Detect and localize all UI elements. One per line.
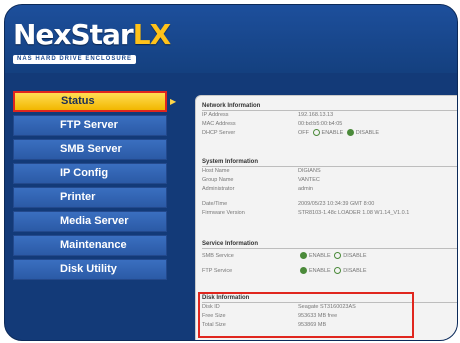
system-title: System Information — [202, 158, 457, 167]
nav-item-status[interactable]: Status — [13, 91, 167, 112]
ftp-disable-label: DISABLE — [343, 268, 367, 274]
disk-highlight-box — [198, 292, 414, 338]
network-section: Network Information IP Address 192.168.13… — [202, 102, 457, 138]
mac-value: 00:bd:b5:00:b4:05 — [298, 121, 343, 127]
admin-value: admin — [298, 186, 313, 192]
logo: NexStarLX — [13, 18, 171, 51]
ftp-service-options: ENABLE DISABLE — [298, 267, 366, 276]
firmware-value: STR8103-1.48c LOADER 1.08 W1.14_V1.0.1 — [298, 210, 410, 216]
nav-item-ftp-server[interactable]: FTP Server — [13, 115, 167, 136]
logo-accent: LX — [132, 18, 171, 51]
nav-item-printer[interactable]: Printer — [13, 187, 167, 208]
ip-label: IP Address — [202, 112, 229, 118]
app-frame: NexStarLX NAS HARD DRIVE ENCLOSURE Statu… — [4, 4, 458, 341]
header: NexStarLX NAS HARD DRIVE ENCLOSURE — [5, 5, 457, 73]
admin-row: Administrator admin — [202, 185, 457, 194]
smb-service-label: SMB Service — [202, 253, 234, 259]
nav-item-disk-utility[interactable]: Disk Utility — [13, 259, 167, 280]
dhcp-row: DHCP Server OFF ENABLE DISABLE — [202, 129, 457, 138]
smb-service-row: SMB Service ENABLE DISABLE — [202, 252, 457, 261]
dhcp-disable-label: DISABLE — [355, 130, 380, 136]
ip-row: IP Address 192.168.13.13 — [202, 111, 457, 120]
firmware-row: Firmware Version STR8103-1.48c LOADER 1.0… — [202, 209, 457, 218]
smb-enable-radio[interactable] — [300, 252, 307, 260]
smb-disable-radio[interactable] — [334, 252, 342, 260]
ip-value: 192.168.13.13 — [298, 112, 334, 118]
system-section: System Information Host Name DIGIANS Grou… — [202, 158, 457, 218]
active-arrow-icon: ▶ — [170, 97, 177, 106]
host-label: Host Name — [202, 168, 230, 174]
service-section: Service Information SMB Service ENABLE DI… — [202, 240, 457, 276]
date-row: Date/Time 2009/05/23 10:34:39 GMT 8:00 — [202, 200, 457, 209]
group-value: VANTEC — [298, 177, 320, 183]
nav-item-media-server[interactable]: Media Server — [13, 211, 167, 232]
mac-label: MAC Address — [202, 121, 236, 127]
logo-tagline: NAS HARD DRIVE ENCLOSURE — [13, 55, 137, 64]
nav-item-ip-config[interactable]: IP Config — [13, 163, 167, 184]
smb-enable-label: ENABLE — [309, 253, 331, 259]
dhcp-label: DHCP Server — [202, 130, 236, 136]
dhcp-value: OFF ENABLE DISABLE — [298, 129, 379, 138]
dhcp-enable-label: ENABLE — [321, 130, 344, 136]
network-title: Network Information — [202, 102, 457, 111]
admin-label: Administrator — [202, 186, 235, 192]
ftp-service-row: FTP Service ENABLE DISABLE — [202, 267, 457, 276]
ftp-enable-label: ENABLE — [309, 268, 331, 274]
ftp-disable-radio[interactable] — [334, 267, 342, 275]
dhcp-status: OFF — [298, 130, 309, 136]
nav-item-smb-server[interactable]: SMB Server — [13, 139, 167, 160]
group-label: Group Name — [202, 177, 234, 183]
firmware-label: Firmware Version — [202, 210, 245, 216]
dhcp-disable-radio[interactable] — [346, 129, 354, 137]
logo-main: NexStar — [13, 18, 134, 51]
mac-row: MAC Address 00:bd:b5:00:b4:05 — [202, 120, 457, 129]
date-label: Date/Time — [202, 201, 228, 207]
ftp-service-label: FTP Service — [202, 268, 233, 274]
host-row: Host Name DIGIANS — [202, 167, 457, 176]
date-value: 2009/05/23 10:34:39 GMT 8:00 — [298, 201, 375, 207]
service-title: Service Information — [202, 240, 457, 249]
dhcp-enable-radio[interactable] — [312, 129, 320, 137]
smb-service-options: ENABLE DISABLE — [298, 252, 366, 261]
sidebar-nav: Status FTP Server SMB Server IP Config P… — [13, 91, 167, 283]
group-row: Group Name VANTEC — [202, 176, 457, 185]
host-value: DIGIANS — [298, 168, 321, 174]
smb-disable-label: DISABLE — [343, 253, 367, 259]
status-panel: Network Information IP Address 192.168.13… — [195, 95, 457, 340]
ftp-enable-radio[interactable] — [300, 267, 307, 275]
nav-item-maintenance[interactable]: Maintenance — [13, 235, 167, 256]
